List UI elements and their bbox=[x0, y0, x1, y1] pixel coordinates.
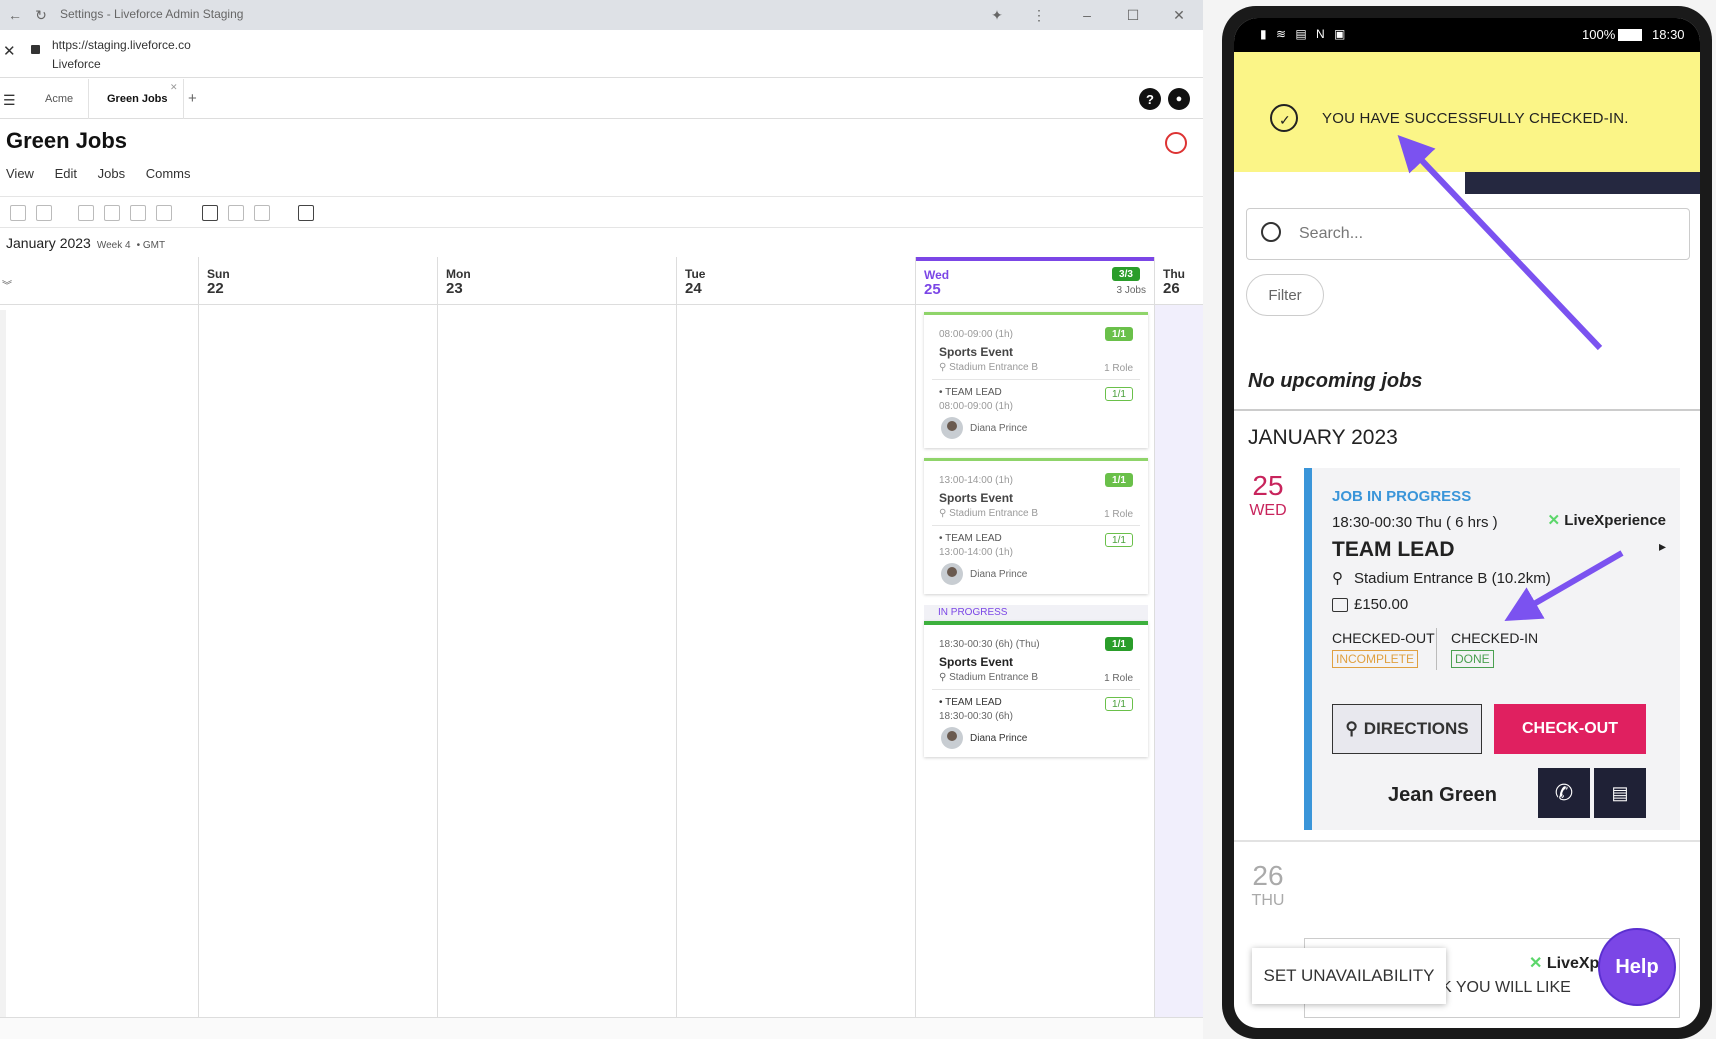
arrow-to-checked-in bbox=[1504, 550, 1624, 622]
annotation-arrows bbox=[1397, 134, 1624, 622]
arrow-to-banner bbox=[1397, 134, 1603, 351]
